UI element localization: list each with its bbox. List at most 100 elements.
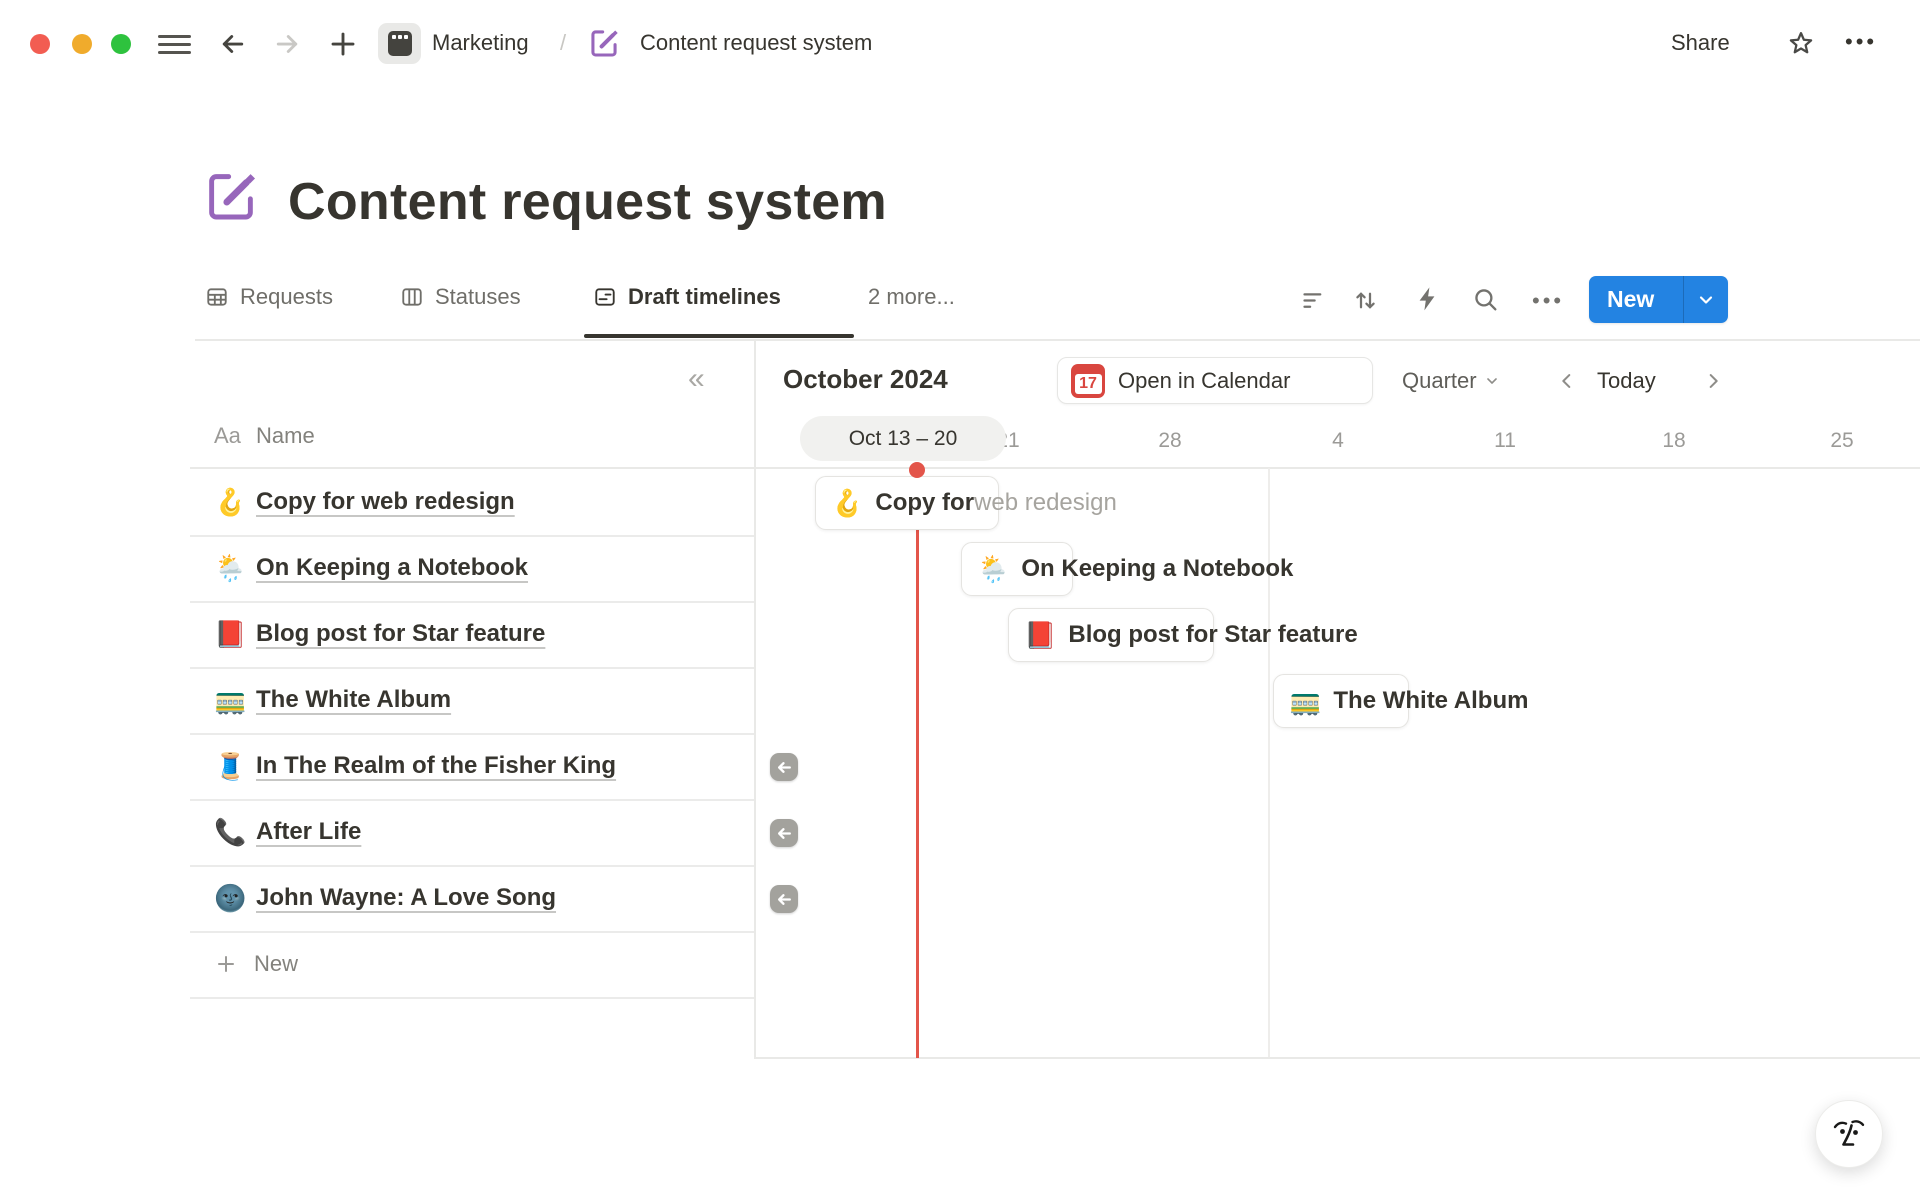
notion-ai-button[interactable] — [1815, 1100, 1883, 1168]
timeline-bar-the-white-album[interactable]: 🚃 The White Album — [1273, 674, 1409, 728]
minimize-window-button[interactable] — [72, 34, 92, 54]
row-title[interactable]: The White Album — [256, 686, 451, 714]
zoom-window-button[interactable] — [111, 34, 131, 54]
row-title[interactable]: After Life — [256, 818, 361, 846]
new-button[interactable]: New — [1589, 286, 1683, 313]
table-row[interactable]: 🪝 Copy for web redesign — [190, 469, 755, 535]
forward-button[interactable] — [272, 29, 302, 59]
table-icon — [205, 285, 229, 309]
table-row[interactable]: 🧵 In The Realm of the Fisher King — [190, 733, 755, 799]
star-icon — [1786, 29, 1816, 59]
row-divider — [190, 931, 755, 933]
sidebar-menu-icon[interactable] — [158, 35, 191, 54]
more-options-button[interactable]: ••• — [1845, 29, 1877, 55]
tab-statuses[interactable]: Statuses — [400, 284, 521, 310]
today-marker-line — [916, 470, 919, 1058]
bar-title: The White Album — [1333, 687, 1528, 715]
timeline-bar-on-keeping-a-notebook[interactable]: 🌦️ On Keeping a Notebook — [961, 542, 1073, 596]
text-property-icon: Aa — [214, 423, 256, 449]
workspace-icon[interactable] — [378, 23, 421, 64]
timeline-bar-blog-post-for-star-feature[interactable]: 📕 Blog post for Star feature — [1008, 608, 1214, 662]
arrow-right-icon — [272, 29, 302, 59]
row-emoji: 🧵 — [214, 751, 244, 782]
new-dropdown-button[interactable] — [1684, 290, 1728, 310]
timeline-month-label: October 2024 — [783, 364, 948, 395]
sort-icon — [1352, 287, 1379, 314]
scroll-to-bar-button[interactable] — [770, 819, 798, 847]
next-period-button[interactable] — [1702, 370, 1724, 392]
notion-window: Marketing / Content request system Share… — [0, 0, 1920, 1200]
tab-requests[interactable]: Requests — [205, 284, 333, 310]
row-title[interactable]: Copy for web redesign — [256, 488, 515, 516]
table-row[interactable]: 📕 Blog post for Star feature — [190, 601, 755, 667]
bar-emoji: 🪝 — [831, 488, 863, 519]
back-button[interactable] — [218, 29, 248, 59]
table-row[interactable]: 📞 After Life — [190, 799, 755, 865]
active-tab-underline — [584, 334, 854, 338]
breadcrumb-page[interactable]: Content request system — [640, 30, 872, 56]
page-compose-icon — [588, 27, 620, 59]
automations-button[interactable] — [1414, 285, 1442, 313]
new-tab-button[interactable] — [328, 29, 358, 59]
collapse-table-button[interactable]: « — [688, 362, 705, 396]
tab-more[interactable]: 2 more... — [868, 284, 955, 310]
row-title[interactable]: John Wayne: A Love Song — [256, 884, 556, 912]
bar-emoji: 🌦️ — [977, 554, 1009, 585]
row-divider — [190, 601, 755, 603]
scroll-to-bar-button[interactable] — [770, 885, 798, 913]
table-row[interactable]: 🌚 John Wayne: A Love Song — [190, 865, 755, 931]
plus-icon — [328, 29, 358, 59]
timeline-zoom-select[interactable]: Quarter — [1402, 368, 1500, 394]
previous-period-button[interactable] — [1556, 370, 1578, 392]
arrow-left-icon — [218, 29, 248, 59]
row-divider — [190, 535, 755, 537]
row-title[interactable]: Blog post for Star feature — [256, 620, 545, 648]
filter-icon — [1300, 287, 1327, 314]
breadcrumb-workspace[interactable]: Marketing — [432, 30, 529, 56]
table-row[interactable]: 🚃 The White Album — [190, 667, 755, 733]
timeline-bar-copy-for-web-redesign[interactable]: 🪝 Copy for web redesign — [815, 476, 999, 530]
favorite-button[interactable] — [1786, 29, 1816, 59]
arrow-left-icon — [776, 825, 793, 842]
calendar-day: 17 — [1075, 374, 1102, 395]
bar-title: Copy for — [875, 489, 974, 517]
row-divider — [190, 733, 755, 735]
share-button[interactable]: Share — [1671, 30, 1730, 56]
today-marker-dot — [909, 462, 925, 478]
close-window-button[interactable] — [30, 34, 50, 54]
table-row[interactable]: 🌦️ On Keeping a Notebook — [190, 535, 755, 601]
row-divider — [190, 997, 755, 999]
page-icon[interactable] — [203, 168, 259, 224]
name-column-header[interactable]: Name — [256, 423, 315, 449]
board-icon — [400, 285, 424, 309]
row-emoji: 📞 — [214, 817, 244, 848]
new-button-group: New — [1589, 276, 1728, 323]
sort-button[interactable] — [1352, 287, 1379, 314]
arrow-left-icon — [776, 759, 793, 776]
row-title[interactable]: On Keeping a Notebook — [256, 554, 528, 582]
row-emoji: 🚃 — [214, 685, 244, 716]
today-button[interactable]: Today — [1597, 368, 1656, 394]
view-options-button[interactable]: ••• — [1532, 288, 1564, 314]
tab-draft-timelines[interactable]: Draft timelines — [593, 284, 781, 310]
week-label: 18 — [1662, 429, 1685, 453]
row-emoji: 🌦️ — [214, 553, 244, 584]
week-label: 28 — [1158, 429, 1181, 453]
open-in-calendar-button[interactable]: 17 Open in Calendar — [1057, 357, 1373, 404]
row-divider — [190, 667, 755, 669]
row-emoji: 🌚 — [214, 883, 244, 914]
bar-title: On Keeping a Notebook — [1021, 555, 1293, 583]
open-in-calendar-label: Open in Calendar — [1118, 368, 1290, 394]
filter-button[interactable] — [1300, 287, 1327, 314]
table-timeline-divider[interactable] — [754, 341, 756, 1058]
bar-emoji: 📕 — [1024, 620, 1056, 651]
table-new-row[interactable]: New — [190, 931, 755, 997]
scroll-to-bar-button[interactable] — [770, 753, 798, 781]
row-title[interactable]: In The Realm of the Fisher King — [256, 752, 616, 780]
lightning-icon — [1414, 285, 1442, 313]
row-divider — [190, 799, 755, 801]
row-divider — [190, 865, 755, 867]
search-view-button[interactable] — [1472, 286, 1500, 314]
page-title[interactable]: Content request system — [288, 172, 887, 232]
compose-icon — [588, 27, 620, 59]
